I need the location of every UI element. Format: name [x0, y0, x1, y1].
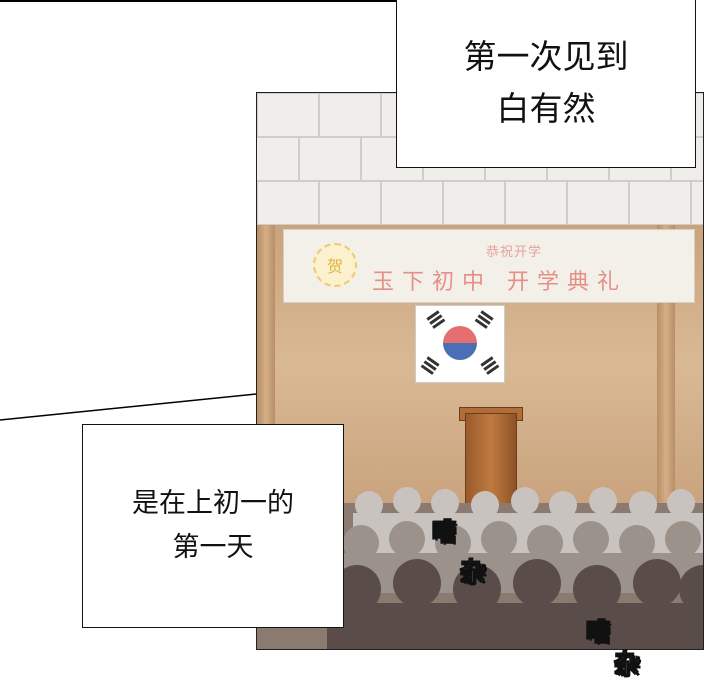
- caption-mid-line1: 是在上初一的: [132, 488, 294, 519]
- caption-top-line1: 第一次见到: [463, 37, 629, 76]
- sfx-noise-1b: 杂: [459, 558, 487, 589]
- caption-top-line2: 白有然: [496, 89, 596, 128]
- sfx-noise-1a: 嘈: [432, 518, 457, 547]
- sfx-noise-2b: 杂: [613, 650, 641, 681]
- caption-mid-line2: 第一天: [172, 532, 254, 563]
- sfx-noise-2a: 嘈: [586, 618, 611, 647]
- caption-box-top: 第一次见到 白有然: [396, 0, 696, 168]
- caption-box-middle: 是在上初一的 第一天: [82, 424, 344, 628]
